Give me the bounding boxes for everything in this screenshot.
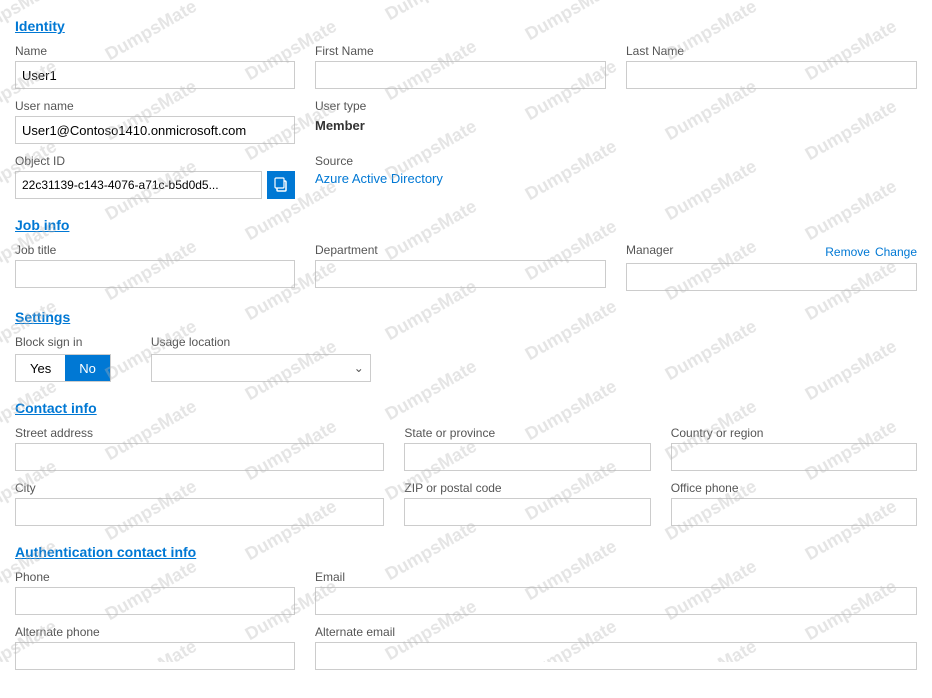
state-input[interactable] bbox=[404, 443, 650, 471]
identity-row1: Name First Name Last Name bbox=[15, 44, 917, 89]
city-label: City bbox=[15, 481, 384, 495]
usagelocation-label: Usage location bbox=[151, 335, 371, 349]
objectid-group: Object ID bbox=[15, 154, 295, 199]
manager-input[interactable] bbox=[626, 263, 917, 291]
manager-actions: Remove Change bbox=[825, 245, 917, 259]
objectid-input[interactable] bbox=[15, 171, 262, 199]
altphone-label: Alternate phone bbox=[15, 625, 295, 639]
street-input[interactable] bbox=[15, 443, 384, 471]
copy-icon bbox=[273, 177, 289, 193]
department-group: Department bbox=[315, 243, 606, 288]
manager-label: Manager bbox=[626, 243, 673, 257]
objectid-row bbox=[15, 171, 295, 199]
source-link[interactable]: Azure Active Directory bbox=[315, 171, 917, 186]
blocksignin-label: Block sign in bbox=[15, 335, 111, 349]
blocksignin-toggle: Yes No bbox=[15, 354, 111, 382]
identity-row2: User name User type Member bbox=[15, 99, 917, 144]
jobinfo-title: Job info bbox=[15, 217, 917, 233]
contactinfo-section: Contact info Street address State or pro… bbox=[15, 400, 917, 526]
department-label: Department bbox=[315, 243, 606, 257]
country-input[interactable] bbox=[671, 443, 917, 471]
usertype-group: User type Member bbox=[315, 99, 917, 135]
blocksignin-group: Block sign in Yes No bbox=[15, 335, 111, 382]
usertype-label: User type bbox=[315, 99, 917, 113]
altphone-input[interactable] bbox=[15, 642, 295, 670]
source-label: Source bbox=[315, 154, 917, 168]
authcontactinfo-row2: Alternate phone Alternate email bbox=[15, 625, 917, 670]
street-group: Street address bbox=[15, 426, 384, 471]
objectid-label: Object ID bbox=[15, 154, 295, 168]
zip-input[interactable] bbox=[404, 498, 650, 526]
phone-input[interactable] bbox=[15, 587, 295, 615]
identity-title: Identity bbox=[15, 18, 917, 34]
firstname-input[interactable] bbox=[315, 61, 606, 89]
contactinfo-row1: Street address State or province Country… bbox=[15, 426, 917, 471]
jobtitle-label: Job title bbox=[15, 243, 295, 257]
officephone-label: Office phone bbox=[671, 481, 917, 495]
copy-button[interactable] bbox=[267, 171, 295, 199]
username-group: User name bbox=[15, 99, 295, 144]
altemail-input[interactable] bbox=[315, 642, 917, 670]
contactinfo-title: Contact info bbox=[15, 400, 917, 416]
lastname-group: Last Name bbox=[626, 44, 917, 89]
lastname-label: Last Name bbox=[626, 44, 917, 58]
name-input[interactable] bbox=[15, 61, 295, 89]
usagelocation-select-wrapper: United States United Kingdom Canada Aust… bbox=[151, 354, 371, 382]
phone-label: Phone bbox=[15, 570, 295, 584]
altemail-label: Alternate email bbox=[315, 625, 917, 639]
manager-label-row: Manager Remove Change bbox=[626, 243, 917, 260]
country-label: Country or region bbox=[671, 426, 917, 440]
jobinfo-section: Job info Job title Department Manager Re… bbox=[15, 217, 917, 291]
manager-group: Manager Remove Change bbox=[626, 243, 917, 291]
firstname-label: First Name bbox=[315, 44, 606, 58]
authcontactinfo-section: Authentication contact info Phone Email … bbox=[15, 544, 917, 670]
name-label: Name bbox=[15, 44, 295, 58]
zip-group: ZIP or postal code bbox=[404, 481, 650, 526]
street-label: Street address bbox=[15, 426, 384, 440]
department-input[interactable] bbox=[315, 260, 606, 288]
email-group: Email bbox=[315, 570, 917, 615]
username-input[interactable] bbox=[15, 116, 295, 144]
city-input[interactable] bbox=[15, 498, 384, 526]
authcontactinfo-title: Authentication contact info bbox=[15, 544, 917, 560]
altphone-group: Alternate phone bbox=[15, 625, 295, 670]
name-group: Name bbox=[15, 44, 295, 89]
identity-section: Identity Name First Name Last Name User … bbox=[15, 18, 917, 199]
usagelocation-group: Usage location United States United King… bbox=[151, 335, 371, 382]
remove-manager-button[interactable]: Remove bbox=[825, 245, 870, 259]
state-label: State or province bbox=[404, 426, 650, 440]
change-manager-button[interactable]: Change bbox=[875, 245, 917, 259]
usertype-value: Member bbox=[315, 116, 917, 135]
source-group: Source Azure Active Directory bbox=[315, 154, 917, 186]
jobtitle-input[interactable] bbox=[15, 260, 295, 288]
settings-row: Block sign in Yes No Usage location Unit… bbox=[15, 335, 917, 382]
jobinfo-row1: Job title Department Manager Remove Chan… bbox=[15, 243, 917, 291]
email-input[interactable] bbox=[315, 587, 917, 615]
username-label: User name bbox=[15, 99, 295, 113]
zip-label: ZIP or postal code bbox=[404, 481, 650, 495]
altemail-group: Alternate email bbox=[315, 625, 917, 670]
officephone-input[interactable] bbox=[671, 498, 917, 526]
phone-group: Phone bbox=[15, 570, 295, 615]
blocksignin-no-button[interactable]: No bbox=[65, 355, 110, 381]
city-group: City bbox=[15, 481, 384, 526]
jobtitle-group: Job title bbox=[15, 243, 295, 288]
email-label: Email bbox=[315, 570, 917, 584]
lastname-input[interactable] bbox=[626, 61, 917, 89]
authcontactinfo-row1: Phone Email bbox=[15, 570, 917, 615]
usagelocation-select[interactable]: United States United Kingdom Canada Aust… bbox=[152, 357, 370, 380]
state-group: State or province bbox=[404, 426, 650, 471]
blocksignin-yes-button[interactable]: Yes bbox=[16, 355, 65, 381]
contactinfo-row2: City ZIP or postal code Office phone bbox=[15, 481, 917, 526]
officephone-group: Office phone bbox=[671, 481, 917, 526]
settings-section: Settings Block sign in Yes No Usage loca… bbox=[15, 309, 917, 382]
settings-title: Settings bbox=[15, 309, 917, 325]
identity-row3: Object ID Source Azure Active Directory bbox=[15, 154, 917, 199]
firstname-group: First Name bbox=[315, 44, 606, 89]
country-group: Country or region bbox=[671, 426, 917, 471]
